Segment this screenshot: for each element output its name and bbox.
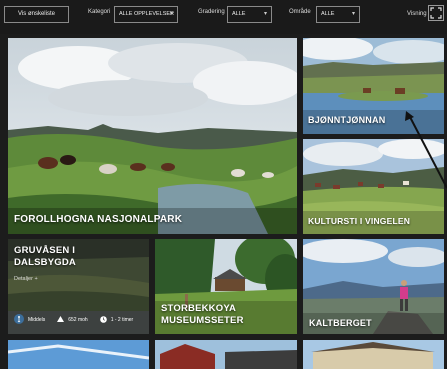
tile-partial-1[interactable] xyxy=(8,340,149,369)
tour-meta: Middels 652 moh 1 - 2 timer xyxy=(8,311,148,329)
duration-text: 1 - 2 timer xyxy=(110,317,134,323)
tile-partial-3[interactable] xyxy=(303,340,444,369)
hiker-icon xyxy=(14,314,24,326)
mountain-icon xyxy=(57,316,65,324)
tile-title-line1: GRUVÅSEN I xyxy=(14,245,76,256)
partial-photo-2 xyxy=(155,340,297,369)
chevron-down-icon: ▾ xyxy=(263,11,267,17)
tile-title-line2: DALSBYGDA xyxy=(14,257,76,268)
tile-forollhogna[interactable]: FOROLLHOGNA NASJONALPARK xyxy=(8,38,297,234)
tile-partial-2[interactable] xyxy=(155,340,297,369)
view-label: Visning xyxy=(407,11,427,17)
category-filter-label: Kategori xyxy=(88,9,111,15)
elevation-text: 652 moh xyxy=(68,317,88,323)
details-link[interactable]: Detaljer + xyxy=(14,276,38,282)
grade-text: Middels xyxy=(28,317,46,323)
show-wishlist-button[interactable]: Vis ønskeliste xyxy=(4,6,69,23)
area-select-value: ALLE xyxy=(321,11,335,17)
filter-toolbar: Vis ønskeliste Kategori ALLE OPPLEVELSER… xyxy=(0,0,447,34)
tile-title: FOROLLHOGNA NASJONALPARK xyxy=(14,214,183,225)
clock-icon xyxy=(99,315,107,325)
chevron-down-icon: ▾ xyxy=(351,11,355,17)
partial-photo-1 xyxy=(8,340,149,369)
tile-bjonntjonnan[interactable]: BJØNNTJØNNAN xyxy=(303,38,444,134)
tile-kaltberget[interactable]: KALTBERGET xyxy=(303,239,444,334)
grading-filter-label: Gradering xyxy=(198,9,225,15)
chevron-down-icon: ▾ xyxy=(169,11,173,17)
grading-select-value: ALLE xyxy=(232,11,246,17)
tile-title: KALTBERGET xyxy=(309,318,372,328)
category-select[interactable]: ALLE OPPLEVELSER ▾ xyxy=(114,6,178,23)
partial-photo-3 xyxy=(303,340,444,369)
tile-title: BJØNNTJØNNAN xyxy=(308,115,386,125)
tile-title-line2: MUSEUMSSETER xyxy=(161,315,244,326)
tile-kulturstiivingelen[interactable]: KULTURSTI I VINGELEN xyxy=(303,139,444,234)
tile-title: KULTURSTI I VINGELEN xyxy=(308,216,411,226)
tile-gruvasen[interactable]: GRUVÅSEN I DALSBYGDA Detaljer + Middels … xyxy=(8,239,149,334)
grading-select[interactable]: ALLE ▾ xyxy=(227,6,272,23)
tile-storbekkoya[interactable]: STORBEKKOYA MUSEUMSSETER xyxy=(155,239,297,334)
area-filter-label: Område xyxy=(289,9,311,15)
fullscreen-icon[interactable] xyxy=(428,5,444,21)
tile-title-line1: STORBEKKOYA xyxy=(161,303,237,314)
area-select[interactable]: ALLE ▾ xyxy=(316,6,360,23)
forollhogna-photo xyxy=(8,38,297,234)
category-select-value: ALLE OPPLEVELSER xyxy=(119,11,175,17)
